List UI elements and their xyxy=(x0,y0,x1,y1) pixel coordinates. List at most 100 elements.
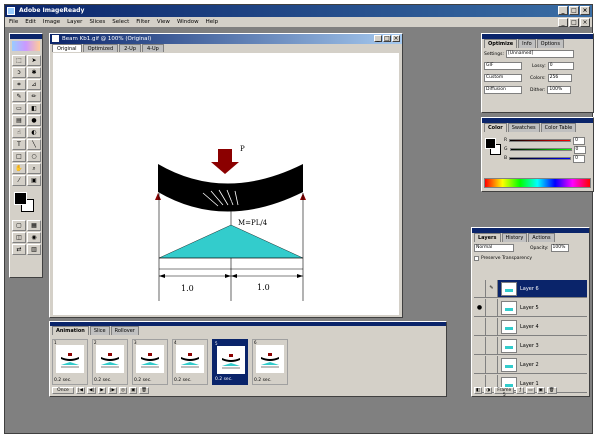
doc-minimize-button[interactable]: _ xyxy=(374,35,382,42)
menu-image[interactable]: Image xyxy=(43,19,60,25)
tab-swatches[interactable]: Swatches xyxy=(507,123,540,132)
fill-tool-icon[interactable]: ◧ xyxy=(27,103,41,114)
layer-brush-icon[interactable] xyxy=(486,318,498,335)
layer-brush-icon[interactable] xyxy=(486,337,498,354)
layer-row[interactable]: Layer 2 xyxy=(474,356,587,374)
frame-delay[interactable]: 0.2 sec. xyxy=(134,378,152,383)
new-layer-button[interactable]: ▣ xyxy=(536,386,545,394)
visibility-eye-icon[interactable] xyxy=(474,356,486,373)
tab-history[interactable]: History xyxy=(501,233,528,242)
tab-actions[interactable]: Actions xyxy=(528,233,555,242)
layer-brush-icon[interactable] xyxy=(486,299,498,316)
eyedropper-tool-icon[interactable]: ⁄ xyxy=(12,175,26,186)
document-canvas[interactable]: P M=PL/4 1.0 1.0 xyxy=(53,53,399,315)
lasso-tool-icon[interactable]: ↄ xyxy=(12,67,26,78)
menu-help[interactable]: Help xyxy=(206,19,219,25)
animation-frame[interactable]: 5 0.2 sec. xyxy=(212,339,248,385)
first-frame-button[interactable]: |◀ xyxy=(76,386,85,394)
menu-layer[interactable]: Layer xyxy=(67,19,82,25)
layer-row[interactable]: ● Layer 5 xyxy=(474,299,587,317)
layer-brush-icon[interactable]: ✎ xyxy=(486,280,498,297)
menu-edit[interactable]: Edit xyxy=(25,19,36,25)
smudge-tool-icon[interactable]: ☝ xyxy=(12,127,26,138)
animation-frame[interactable]: 3 0.2 sec. xyxy=(132,339,168,385)
blue-slider[interactable] xyxy=(509,157,572,160)
marquee-tool-icon[interactable]: ⬚ xyxy=(12,55,26,66)
document-titlebar[interactable]: Beam Kb1.gif @ 100% (Original) _ □ × xyxy=(50,34,402,44)
green-slider[interactable] xyxy=(509,148,572,151)
palette-select[interactable]: Custom xyxy=(484,74,522,82)
animation-frame[interactable]: 6 0.2 sec. xyxy=(252,339,288,385)
tab-layers[interactable]: Layers xyxy=(474,233,501,242)
blur-tool-icon[interactable]: ● xyxy=(27,115,41,126)
foreground-color-swatch[interactable] xyxy=(14,192,27,205)
tab-original[interactable]: Original xyxy=(52,44,82,52)
magic-wand-tool-icon[interactable]: ✱ xyxy=(27,67,41,78)
rectangle-tool-icon[interactable]: □ xyxy=(12,151,26,162)
frame-delay[interactable]: 0.2 sec. xyxy=(254,378,272,383)
settings-select[interactable]: [Unnamed] xyxy=(505,50,574,58)
preview-in-browser-icon[interactable]: ◉ xyxy=(27,232,41,243)
mdi-restore-button[interactable]: □ xyxy=(569,18,579,27)
jump-to-photoshop-icon[interactable]: ⇄ xyxy=(12,244,26,255)
image-map-tool-icon[interactable]: ▣ xyxy=(27,175,41,186)
play-button[interactable]: ▶ xyxy=(97,386,106,394)
rollover-preview-icon[interactable]: ◫ xyxy=(12,232,26,243)
tab-optimized[interactable]: Optimized xyxy=(82,44,119,52)
close-button[interactable]: × xyxy=(580,6,590,15)
doc-maximize-button[interactable]: □ xyxy=(383,35,391,42)
frame-delay[interactable]: 0.2 sec. xyxy=(215,377,233,382)
screen-mode-icon[interactable]: ▥ xyxy=(27,244,41,255)
layer-style-button[interactable]: ƒ xyxy=(516,386,525,394)
frame-delay[interactable]: 0.2 sec. xyxy=(94,378,112,383)
blend-mode-select[interactable]: Normal xyxy=(474,244,514,252)
tab-color-table[interactable]: Color Table xyxy=(540,123,577,132)
green-input[interactable]: 0 xyxy=(573,145,586,154)
mdi-close-button[interactable]: × xyxy=(580,18,590,27)
line-tool-icon[interactable]: ╲ xyxy=(27,139,41,150)
menu-window[interactable]: Window xyxy=(177,19,199,25)
toolbox-grip[interactable] xyxy=(10,34,42,39)
mdi-minimize-button[interactable]: _ xyxy=(558,18,568,27)
slice-visibility-icon[interactable]: ▦ xyxy=(27,220,41,231)
delete-frame-button[interactable]: 🗑 xyxy=(139,386,149,394)
red-slider[interactable] xyxy=(509,139,572,142)
minimize-button[interactable]: _ xyxy=(558,6,568,15)
dodge-tool-icon[interactable]: ◐ xyxy=(27,127,41,138)
layer-row[interactable]: ✎ Layer 6 xyxy=(474,280,587,298)
menu-file[interactable]: File xyxy=(9,19,18,25)
doc-close-button[interactable]: × xyxy=(392,35,400,42)
color-spectrum[interactable] xyxy=(484,178,591,188)
menu-view[interactable]: View xyxy=(157,19,170,25)
layer-effects-button[interactable]: ◑ xyxy=(484,386,493,394)
pencil-tool-icon[interactable]: ✏ xyxy=(27,91,41,102)
new-layer-set-button[interactable]: ▭ xyxy=(526,386,535,394)
tab-2up[interactable]: 2-Up xyxy=(119,44,141,52)
tab-color[interactable]: Color xyxy=(484,123,507,132)
prev-frame-button[interactable]: ◀| xyxy=(86,386,96,394)
paintbrush-tool-icon[interactable]: ✎ xyxy=(12,91,26,102)
ellipse-tool-icon[interactable]: ○ xyxy=(27,151,41,162)
visibility-eye-icon[interactable] xyxy=(474,280,486,297)
move-tool-icon[interactable]: ➤ xyxy=(27,55,41,66)
menu-slices[interactable]: Slices xyxy=(89,19,105,25)
duplicate-frame-button[interactable]: ▣ xyxy=(128,386,138,394)
tween-button[interactable]: ◎ xyxy=(118,386,127,394)
layer-row[interactable]: Layer 3 xyxy=(474,337,587,355)
opacity-input[interactable]: 100% xyxy=(550,244,569,252)
layer-link-button[interactable]: ◧ xyxy=(474,386,483,394)
red-input[interactable]: 0 xyxy=(573,136,586,145)
tab-animation[interactable]: Animation xyxy=(52,326,89,335)
eraser-tool-icon[interactable]: ▭ xyxy=(12,103,26,114)
visibility-eye-icon[interactable] xyxy=(474,318,486,335)
frame-delay[interactable]: 0.2 sec. xyxy=(174,378,192,383)
tab-optimize[interactable]: Optimize xyxy=(484,39,518,48)
image-map-visibility-icon[interactable]: ▢ xyxy=(12,220,26,231)
menu-select[interactable]: Select xyxy=(112,19,129,25)
frame-delay[interactable]: 0.2 sec. xyxy=(54,378,72,383)
preserve-transparency-checkbox[interactable] xyxy=(474,255,479,261)
tab-4up[interactable]: 4-Up xyxy=(142,44,164,52)
layer-brush-icon[interactable] xyxy=(486,356,498,373)
maximize-button[interactable]: □ xyxy=(569,6,579,15)
next-frame-button[interactable]: |▶ xyxy=(107,386,117,394)
